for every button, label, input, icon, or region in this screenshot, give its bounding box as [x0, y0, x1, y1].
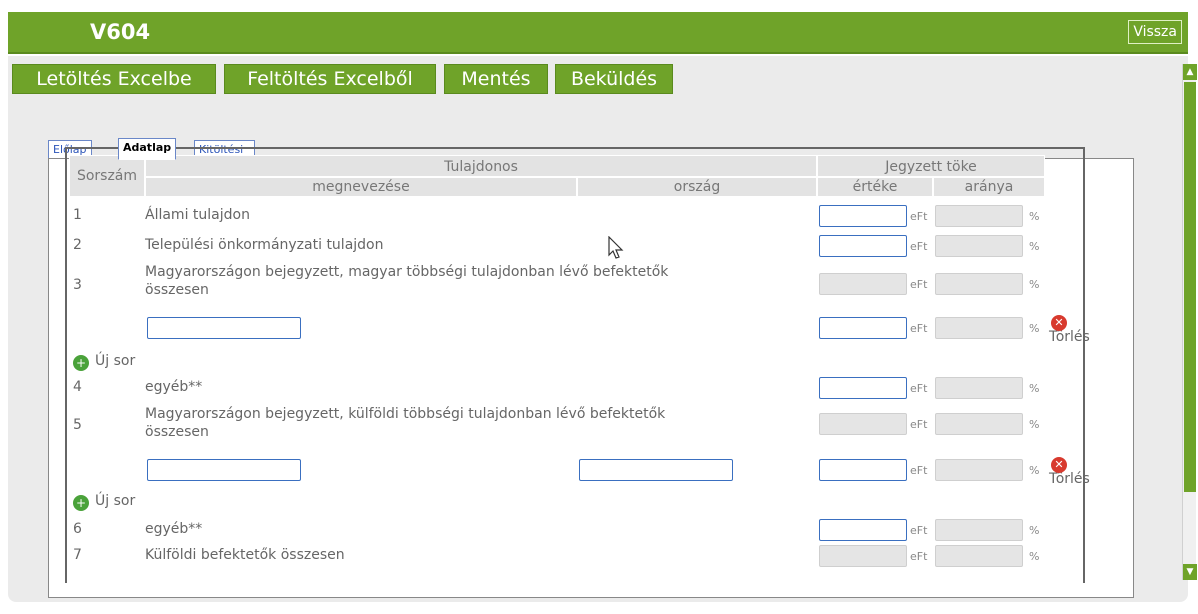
owner-name-input[interactable]	[147, 317, 301, 339]
header-megnevezese: megnevezése	[145, 177, 577, 197]
unit-eft: eFt	[910, 240, 928, 253]
send-button[interactable]: Beküldés	[555, 64, 673, 94]
row-name: Magyarországon bejegyzett, magyar többsé…	[145, 264, 669, 280]
country-input[interactable]	[579, 459, 733, 481]
unit-percent: %	[1029, 382, 1040, 395]
unit-percent: %	[1029, 278, 1040, 291]
value-field	[819, 413, 907, 435]
value-field	[819, 273, 907, 295]
row-number: 5	[73, 417, 82, 433]
ratio-field	[935, 459, 1023, 481]
ratio-field	[935, 205, 1023, 227]
unit-eft: eFt	[910, 382, 928, 395]
header-jegyzett-toke: Jegyzett töke	[817, 155, 1045, 177]
add-icon: +	[73, 495, 89, 511]
page-title: V604	[90, 20, 151, 44]
ratio-field	[935, 235, 1023, 257]
form-panel: Sorszám Tulajdonos megnevezése ország Je…	[48, 147, 1134, 598]
value-input[interactable]	[819, 459, 907, 481]
row-name: egyéb**	[145, 379, 203, 395]
unit-eft: eFt	[910, 322, 928, 335]
ratio-field	[935, 317, 1023, 339]
mouse-cursor-icon	[608, 236, 624, 259]
row-name: Külföldi befektetők összesen	[145, 547, 345, 563]
back-button[interactable]: Vissza	[1128, 20, 1182, 44]
scroll-thumb[interactable]	[1184, 82, 1196, 492]
row-number: 4	[73, 379, 82, 395]
header-erteke: értéke	[817, 177, 933, 197]
delete-icon: ✕	[1051, 315, 1067, 331]
unit-percent: %	[1029, 550, 1040, 563]
value-input[interactable]	[819, 317, 907, 339]
row-number: 1	[73, 207, 82, 223]
row-name: Magyarországon bejegyzett, külföldi több…	[145, 406, 666, 422]
value-field	[819, 545, 907, 567]
unit-eft: eFt	[910, 278, 928, 291]
unit-eft: eFt	[910, 524, 928, 537]
scrollbar[interactable]: ▲ ▼	[1182, 64, 1197, 580]
row-name: Állami tulajdon	[145, 207, 250, 223]
new-row-button[interactable]: + Új sor	[73, 493, 135, 511]
header-sorszam: Sorszám	[69, 155, 145, 197]
unit-eft: eFt	[910, 210, 928, 223]
unit-percent: %	[1029, 418, 1040, 431]
value-input[interactable]	[819, 519, 907, 541]
delete-label: Törlés	[1049, 471, 1090, 487]
row-name-continued: összesen	[145, 282, 209, 298]
scroll-down-icon[interactable]: ▼	[1183, 564, 1197, 580]
header-orszag: ország	[577, 177, 817, 197]
ratio-field	[935, 377, 1023, 399]
row-number: 6	[73, 521, 82, 537]
unit-percent: %	[1029, 240, 1040, 253]
delete-row-button[interactable]: ✕ Törlés	[1049, 315, 1090, 345]
row-number: 3	[73, 277, 82, 293]
new-row-button[interactable]: + Új sor	[73, 353, 135, 371]
upload-excel-button[interactable]: Feltöltés Excelből	[224, 64, 436, 94]
header-aranya: aránya	[933, 177, 1045, 197]
delete-label: Törlés	[1049, 329, 1090, 345]
owner-name-input[interactable]	[147, 459, 301, 481]
ratio-field	[935, 273, 1023, 295]
value-input[interactable]	[819, 377, 907, 399]
unit-eft: eFt	[910, 418, 928, 431]
unit-percent: %	[1029, 464, 1040, 477]
header-tulajdonos: Tulajdonos	[145, 155, 817, 177]
unit-percent: %	[1029, 524, 1040, 537]
unit-percent: %	[1029, 322, 1040, 335]
delete-row-button[interactable]: ✕ Törlés	[1049, 457, 1090, 487]
add-icon: +	[73, 355, 89, 371]
unit-percent: %	[1029, 210, 1040, 223]
row-name: Települési önkormányzati tulajdon	[145, 237, 384, 253]
row-name: egyéb**	[145, 521, 203, 537]
row-number: 7	[73, 547, 82, 563]
value-input[interactable]	[819, 235, 907, 257]
title-bar: V604 Vissza	[8, 12, 1188, 54]
download-excel-button[interactable]: Letöltés Excelbe	[12, 64, 216, 94]
tab-adatlap[interactable]: Adatlap	[118, 138, 177, 160]
new-row-label: Új sor	[95, 493, 136, 509]
value-input[interactable]	[819, 205, 907, 227]
data-table: Sorszám Tulajdonos megnevezése ország Je…	[65, 147, 1090, 583]
new-row-label: Új sor	[95, 353, 136, 369]
unit-eft: eFt	[910, 464, 928, 477]
delete-icon: ✕	[1051, 457, 1067, 473]
row-number: 2	[73, 237, 82, 253]
scroll-up-icon[interactable]: ▲	[1183, 64, 1197, 80]
ratio-field	[935, 545, 1023, 567]
unit-eft: eFt	[910, 550, 928, 563]
save-button[interactable]: Mentés	[444, 64, 548, 94]
ratio-field	[935, 519, 1023, 541]
row-name-continued: összesen	[145, 424, 209, 440]
ratio-field	[935, 413, 1023, 435]
